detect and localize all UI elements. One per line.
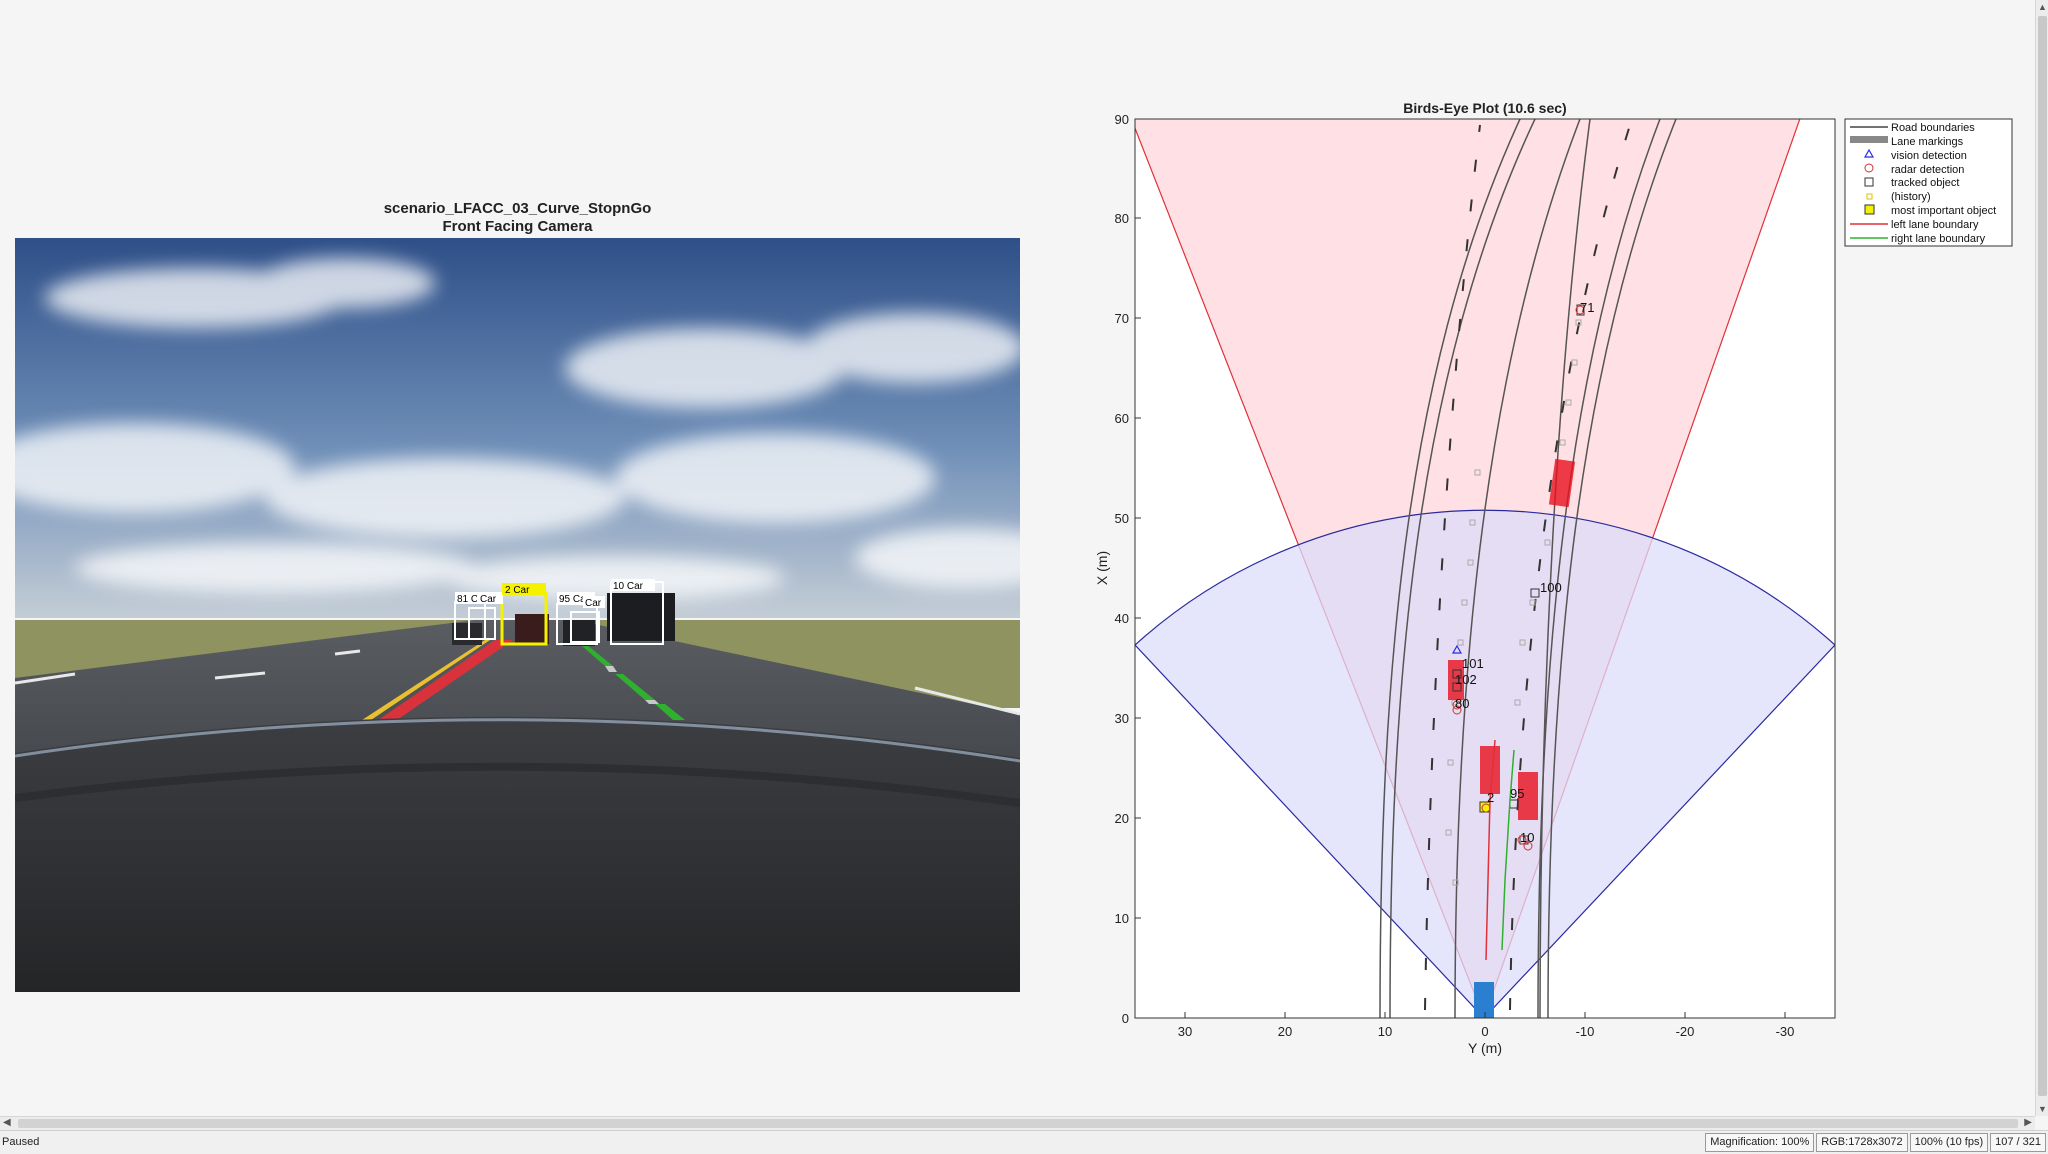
bev-title: Birds-Eye Plot (10.6 sec) <box>1403 100 1566 116</box>
x-axis-label: Y (m) <box>1468 1040 1502 1056</box>
legend-lane-markings: Lane markings <box>1891 136 1964 148</box>
frame-field: 107 / 321 <box>1990 1133 2046 1152</box>
y-tick-30: 30 <box>1115 711 1129 726</box>
track-label-95: 95 <box>1510 786 1524 801</box>
track-label-2: 2 <box>1487 790 1494 805</box>
vertical-scroll-thumb[interactable] <box>2038 16 2047 1096</box>
ego-vehicle <box>1474 982 1494 1018</box>
y-tick-20: 20 <box>1115 811 1129 826</box>
y-tick-70: 70 <box>1115 311 1129 326</box>
rgb-field: RGB:1728x3072 <box>1816 1133 1908 1152</box>
x-tick-neg20: -20 <box>1676 1024 1695 1039</box>
track-label-80: 80 <box>1455 696 1469 711</box>
legend-history: (history) <box>1891 191 1931 203</box>
track-label-10: 10 <box>1520 830 1534 845</box>
playback-state: Paused <box>2 1136 40 1148</box>
horizontal-scrollbar[interactable]: ◀ ▶ <box>0 1116 2035 1130</box>
x-tick-20: 20 <box>1278 1024 1292 1039</box>
legend: Road boundaries Lane markings vision det… <box>1844 118 2013 247</box>
legend-radar: radar detection <box>1891 164 1964 176</box>
x-tick-neg10: -10 <box>1576 1024 1595 1039</box>
x-tick-0: 0 <box>1481 1024 1488 1039</box>
y-tick-0: 0 <box>1122 1011 1129 1026</box>
legend-lane-markings-swatch <box>1850 136 1888 143</box>
track-label-100: 100 <box>1540 580 1562 595</box>
legend-left-lane: left lane boundary <box>1891 219 1979 231</box>
x-tick-neg30: -30 <box>1776 1024 1795 1039</box>
scroll-left-icon[interactable]: ◀ <box>3 1117 11 1128</box>
legend-most-important-swatch <box>1864 204 1875 215</box>
y-tick-40: 40 <box>1115 611 1129 626</box>
legend-road-boundaries: Road boundaries <box>1891 122 1975 134</box>
y-axis-label: X (m) <box>1094 551 1110 585</box>
legend-right-lane: right lane boundary <box>1891 233 1986 245</box>
scroll-up-icon[interactable]: ▲ <box>2038 2 2047 12</box>
legend-most-important: most important object <box>1891 205 1996 217</box>
birds-eye-plot: 71 100 101 102 80 2 95 10 30 20 10 0 -10… <box>1094 100 2013 1056</box>
status-bar: Paused Magnification: 100% RGB:1728x3072… <box>0 1130 2048 1154</box>
vertical-scrollbar[interactable]: ▲ ▼ <box>2035 0 2048 1116</box>
scroll-right-icon[interactable]: ▶ <box>2024 1117 2032 1128</box>
y-tick-90: 90 <box>1115 112 1129 127</box>
x-tick-10: 10 <box>1378 1024 1392 1039</box>
fps-field: 100% (10 fps) <box>1909 1133 1989 1152</box>
y-tick-60: 60 <box>1115 411 1129 426</box>
track-label-101: 101 <box>1462 656 1484 671</box>
track-label-71: 71 <box>1580 300 1594 315</box>
legend-vision: vision detection <box>1891 150 1967 162</box>
legend-tracked: tracked object <box>1891 177 1959 189</box>
y-tick-80: 80 <box>1115 211 1129 226</box>
y-tick-10: 10 <box>1115 911 1129 926</box>
scroll-down-icon[interactable]: ▼ <box>2038 1104 2047 1114</box>
horizontal-scroll-thumb[interactable] <box>18 1119 2018 1128</box>
magnification-field: Magnification: 100% <box>1705 1133 1815 1152</box>
track-label-102: 102 <box>1455 672 1477 687</box>
x-tick-30: 30 <box>1178 1024 1192 1039</box>
y-tick-50: 50 <box>1115 511 1129 526</box>
